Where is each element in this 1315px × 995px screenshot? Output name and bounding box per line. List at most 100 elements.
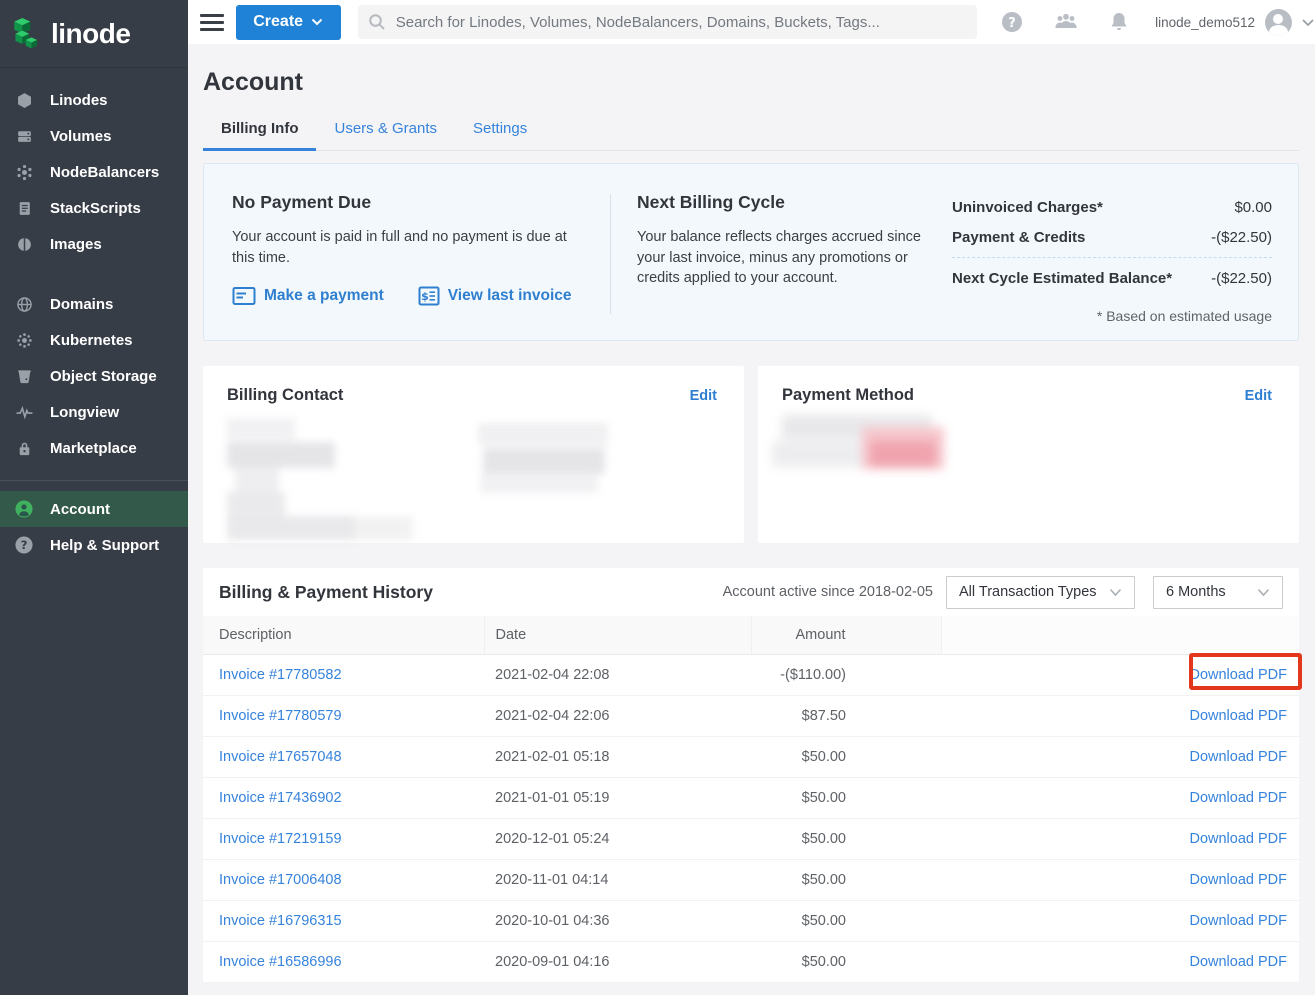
sidebar-item-volumes[interactable]: Volumes (0, 118, 188, 154)
table-row: Invoice #17780582 2021-02-04 22:08 -($11… (203, 654, 1299, 695)
invoice-link[interactable]: Invoice #17780579 (219, 708, 342, 724)
table-row: Invoice #17219159 2020-12-01 05:24 $50.0… (203, 818, 1299, 859)
sidebar-item-label: Images (50, 236, 102, 253)
charge-label: Uninvoiced Charges* (952, 199, 1103, 216)
view-last-invoice-link[interactable]: $ View last invoice (418, 286, 572, 306)
charge-value: -($22.50) (1211, 270, 1272, 287)
table-row: Invoice #17657048 2021-02-01 05:18 $50.0… (203, 736, 1299, 777)
charge-label: Payment & Credits (952, 229, 1085, 246)
globe-icon (14, 295, 34, 313)
sidebar-item-domains[interactable]: Domains (0, 286, 188, 322)
invoice-date: 2021-01-01 05:19 (484, 777, 751, 818)
sidebar-item-kubernetes[interactable]: Kubernetes (0, 322, 188, 358)
invoice-amount: $50.00 (751, 900, 941, 941)
download-pdf-link[interactable]: Download PDF (1189, 913, 1287, 929)
sidebar-item-longview[interactable]: Longview (0, 394, 188, 430)
search-icon (368, 13, 386, 31)
help-icon[interactable]: ? (1001, 11, 1023, 33)
tab-users-grants[interactable]: Users & Grants (316, 111, 455, 151)
billing-summary-card: No Payment Due Your account is paid in f… (203, 163, 1299, 341)
invoice-link[interactable]: Invoice #17436902 (219, 790, 342, 806)
tab-settings[interactable]: Settings (455, 111, 545, 151)
tab-billing-info[interactable]: Billing Info (203, 111, 316, 151)
sidebar-item-marketplace[interactable]: Marketplace (0, 430, 188, 466)
make-a-payment-link[interactable]: Make a payment (232, 286, 384, 306)
sidebar-item-object-storage[interactable]: Object Storage (0, 358, 188, 394)
tab-bar: Billing Info Users & Grants Settings (203, 111, 1299, 151)
invoice-link[interactable]: Invoice #16796315 (219, 913, 342, 929)
sidebar-item-images[interactable]: Images (0, 226, 188, 262)
invoice-date: 2020-12-01 05:24 (484, 818, 751, 859)
invoice-link[interactable]: Invoice #16586996 (219, 954, 342, 970)
sidebar-item-label: StackScripts (50, 200, 141, 217)
download-pdf-link[interactable]: Download PDF (1189, 708, 1287, 724)
download-pdf-link[interactable]: Download PDF (1189, 667, 1287, 683)
download-pdf-link[interactable]: Download PDF (1189, 831, 1287, 847)
column-header-actions (941, 616, 1299, 654)
pulse-icon (14, 403, 34, 421)
invoice-date: 2021-02-04 22:06 (484, 695, 751, 736)
sidebar-item-label: Linodes (50, 92, 108, 109)
charge-label: Next Cycle Estimated Balance* (952, 270, 1172, 287)
invoice-date: 2020-10-01 04:36 (484, 900, 751, 941)
download-pdf-link[interactable]: Download PDF (1189, 790, 1287, 806)
transaction-type-value: All Transaction Types (959, 584, 1097, 600)
make-a-payment-label: Make a payment (264, 287, 384, 305)
sidebar-item-linodes[interactable]: Linodes (0, 82, 188, 118)
search-bar[interactable] (358, 5, 977, 39)
table-row: Invoice #17436902 2021-01-01 05:19 $50.0… (203, 777, 1299, 818)
volumes-icon (14, 127, 34, 145)
charge-value: $0.00 (1234, 199, 1272, 216)
invoice-link[interactable]: Invoice #17219159 (219, 831, 342, 847)
charge-value: -($22.50) (1211, 229, 1272, 246)
download-pdf-link[interactable]: Download PDF (1189, 872, 1287, 888)
chevron-down-icon (1257, 588, 1270, 597)
kubernetes-icon (14, 331, 34, 349)
billing-history-panel: Billing & Payment History Account active… (203, 568, 1299, 983)
invoice-amount: $50.00 (751, 777, 941, 818)
invoice-icon: $ (418, 286, 440, 306)
no-payment-due-body: Your account is paid in full and no paym… (232, 227, 584, 268)
sidebar-item-help-support[interactable]: ? Help & Support (0, 527, 188, 563)
chevron-down-icon (311, 18, 323, 26)
summary-divider (610, 194, 611, 314)
table-row: Invoice #16586996 2020-09-01 04:16 $50.0… (203, 941, 1299, 982)
sidebar-item-label: Marketplace (50, 440, 137, 457)
page-title: Account (203, 68, 1299, 97)
payment-credits-row: Payment & Credits -($22.50) (952, 225, 1272, 255)
sidebar-item-label: Kubernetes (50, 332, 133, 349)
svg-text:$: $ (421, 290, 429, 303)
notifications-icon[interactable] (1109, 11, 1129, 33)
community-icon[interactable] (1053, 12, 1079, 32)
download-pdf-link[interactable]: Download PDF (1189, 954, 1287, 970)
create-button[interactable]: Create (236, 5, 341, 40)
sidebar-item-label: Account (50, 501, 110, 518)
images-icon (14, 235, 34, 253)
transaction-type-select[interactable]: All Transaction Types (946, 576, 1135, 609)
invoice-link[interactable]: Invoice #17006408 (219, 872, 342, 888)
logo-text: linode (51, 18, 130, 50)
linode-logo[interactable]: linode (0, 0, 188, 68)
sidebar-item-nodebalancers[interactable]: NodeBalancers (0, 154, 188, 190)
billing-history-table: Description Date Amount Invoice #1778058… (203, 616, 1299, 983)
sidebar-item-account[interactable]: Account (0, 491, 188, 527)
column-header-amount: Amount (751, 616, 941, 654)
avatar (1265, 9, 1292, 36)
invoice-amount: $50.00 (751, 736, 941, 777)
user-menu[interactable]: linode_demo512 (1155, 9, 1315, 36)
next-cycle-balance-row: Next Cycle Estimated Balance* -($22.50) (952, 266, 1272, 296)
time-range-select[interactable]: 6 Months (1153, 576, 1283, 609)
column-header-date: Date (484, 616, 751, 654)
invoice-amount: $50.00 (751, 941, 941, 982)
uninvoiced-charges-row: Uninvoiced Charges* $0.00 (952, 195, 1272, 225)
invoice-link[interactable]: Invoice #17657048 (219, 749, 342, 765)
sidebar-item-label: NodeBalancers (50, 164, 159, 181)
invoice-link[interactable]: Invoice #17780582 (219, 667, 342, 683)
search-input[interactable] (396, 14, 967, 31)
credit-card-icon (232, 286, 256, 306)
sidebar-item-stackscripts[interactable]: StackScripts (0, 190, 188, 226)
account-icon (14, 500, 34, 518)
download-pdf-link[interactable]: Download PDF (1189, 749, 1287, 765)
sidebar-item-label: Domains (50, 296, 113, 313)
menu-icon[interactable] (200, 14, 224, 31)
